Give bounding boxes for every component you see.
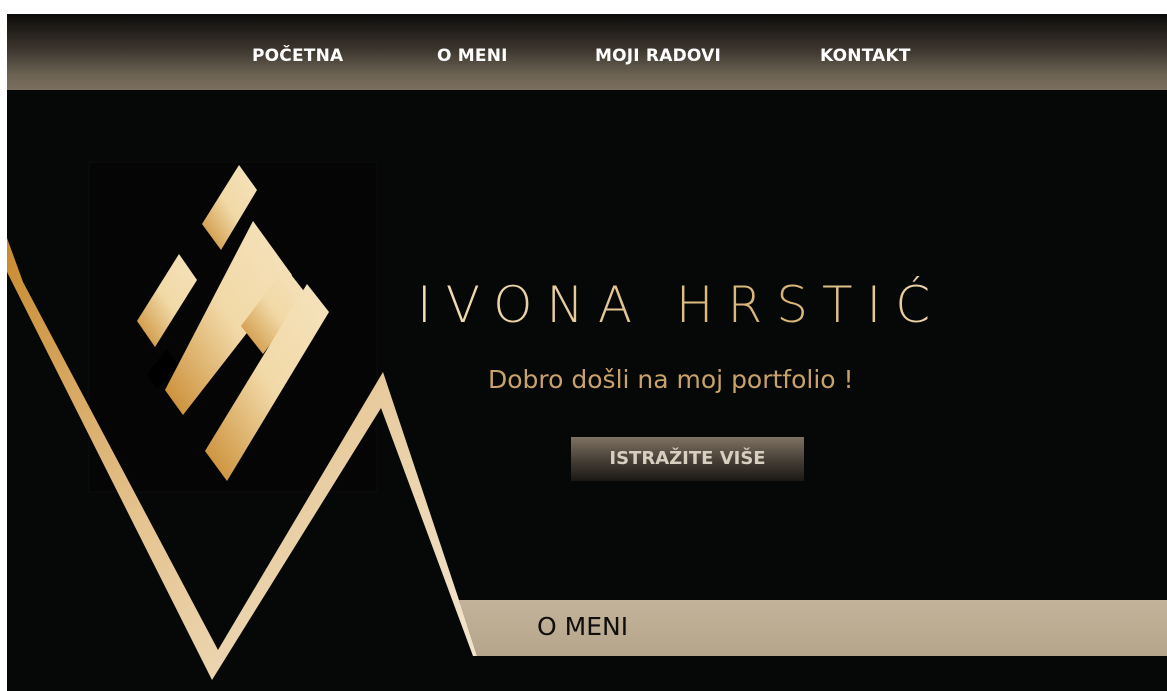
hero-decoration (7, 161, 1167, 680)
about-section-label[interactable]: O MENI (537, 612, 628, 641)
hero-name: IVONA HRSTIĆ (417, 276, 1017, 334)
hero-subtitle: Dobro došli na moj portfolio ! (488, 365, 854, 394)
page-frame: POČETNA O MENI MOJI RADOVI KONTAKT IVONA… (7, 14, 1167, 691)
explore-more-button[interactable]: ISTRAŽITE VIŠE (571, 437, 804, 481)
